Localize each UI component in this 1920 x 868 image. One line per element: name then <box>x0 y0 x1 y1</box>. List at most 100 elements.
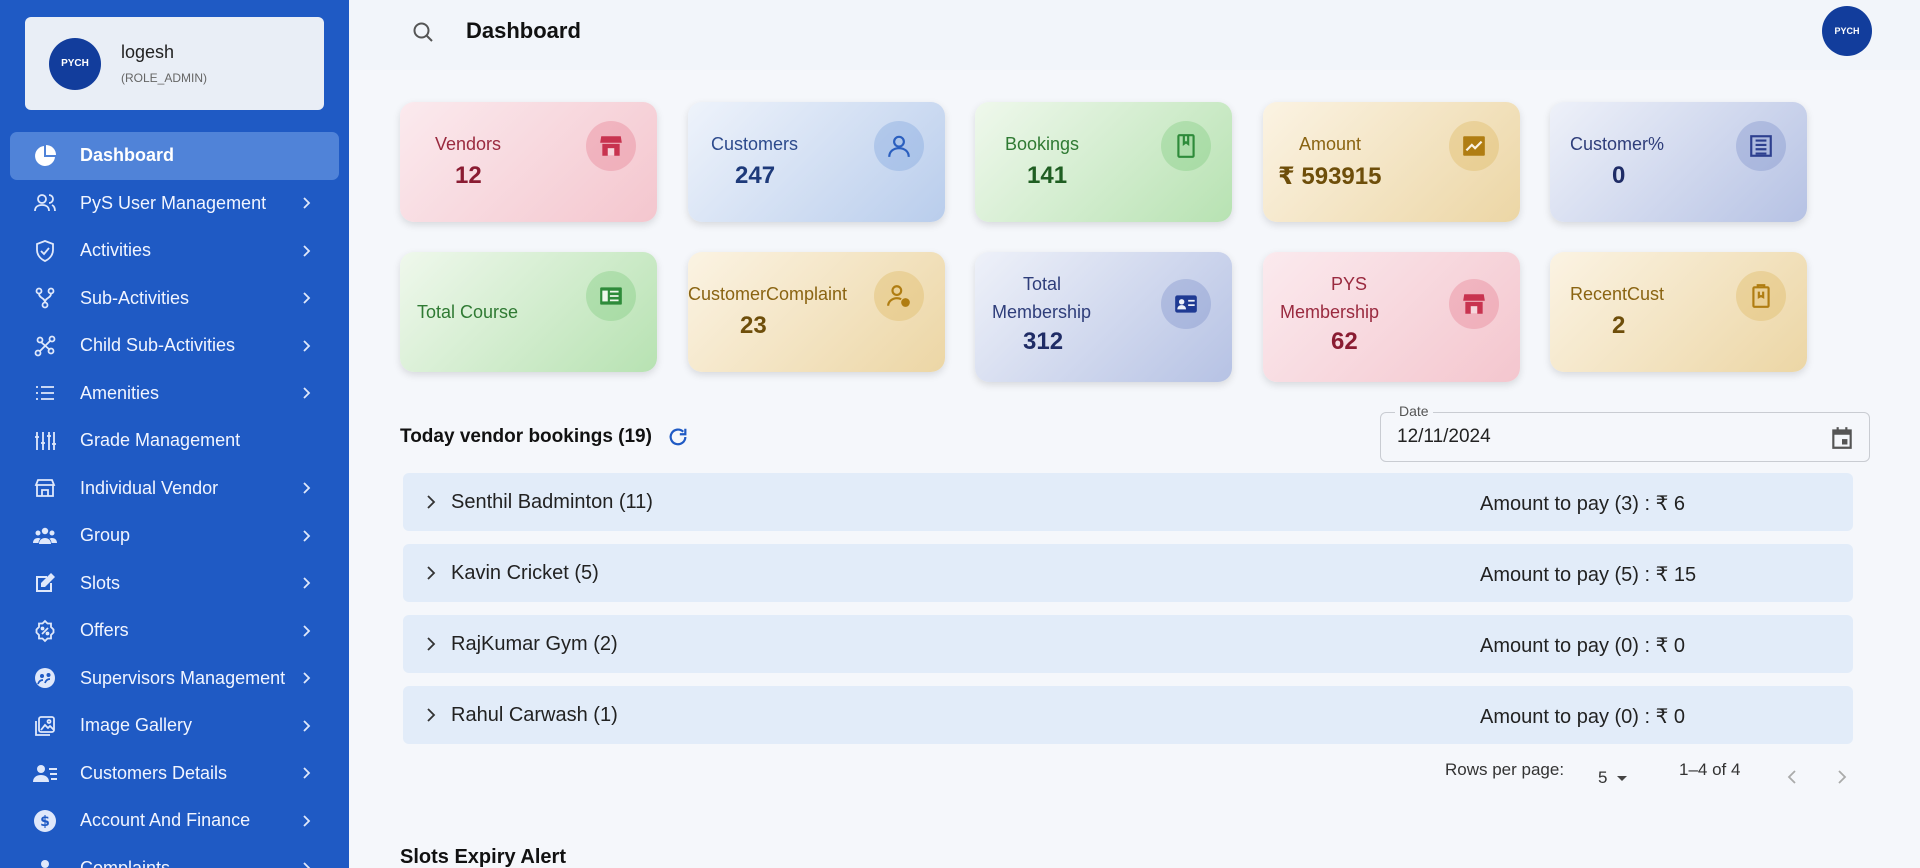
card-label: Vendors <box>435 134 502 154</box>
sidebar-item-user-management[interactable]: PyS User Management <box>10 180 339 228</box>
search-icon[interactable] <box>411 20 435 49</box>
page-title: Dashboard <box>466 18 581 43</box>
card-label: Customer% <box>1570 134 1665 154</box>
card-label: PYS <box>1331 274 1368 294</box>
sidebar-nav: Dashboard PyS User Management Activities… <box>10 132 339 868</box>
sidebar-item-offers[interactable]: Offers <box>10 607 339 655</box>
section-title-slots-expiry: Slots Expiry Alert <box>400 846 566 868</box>
date-field-value[interactable]: 12/11/2024 <box>1397 426 1491 448</box>
chevron-right-icon[interactable] <box>423 494 439 510</box>
caret-down-icon <box>1617 776 1628 781</box>
top-bar: Dashboard PYCH <box>349 0 1920 70</box>
stat-card-vendors[interactable]: Vendors 12 <box>400 102 657 222</box>
pagination-range: 1–4 of 4 <box>1679 760 1741 779</box>
refresh-icon[interactable] <box>667 426 689 453</box>
chevron-right-icon[interactable] <box>1834 769 1850 790</box>
sidebar-item-group[interactable]: Group <box>10 512 339 560</box>
sidebar-item-customers-details[interactable]: Customers Details <box>10 750 339 798</box>
chevron-left-icon[interactable] <box>1784 769 1800 790</box>
card-label: CustomerComplaint <box>688 284 848 304</box>
chevron-right-icon <box>303 815 311 827</box>
sidebar-item-dashboard[interactable]: Dashboard <box>10 132 339 180</box>
rows-per-page-select[interactable]: 5 <box>1598 768 1629 788</box>
chevron-right-icon <box>303 862 311 868</box>
booking-vendor-name: Kavin Cricket (5) <box>451 562 599 584</box>
card-label: RecentCust <box>1570 284 1665 304</box>
sidebar-item-label: Individual Vendor <box>80 477 219 498</box>
chevron-right-icon <box>303 577 311 589</box>
sidebar-item-label: Complaints <box>80 857 171 868</box>
card-label-line2: Membership <box>1280 302 1380 322</box>
complaint-icon <box>32 856 58 868</box>
stat-card-amount[interactable]: Amount ₹ 593915 <box>1263 102 1520 222</box>
list-icon <box>32 381 58 405</box>
card-value: 0 <box>1612 162 1626 189</box>
sidebar-item-label: Group <box>80 525 131 546</box>
card-label: Total <box>1023 274 1062 294</box>
stat-card-customers[interactable]: Customers 247 <box>688 102 945 222</box>
stat-card-recent-cust[interactable]: RecentCust 2 <box>1550 252 1807 372</box>
profile-card[interactable]: PYCH logesh (ROLE_ADMIN) <box>25 17 324 110</box>
sidebar-item-label: Child Sub-Activities <box>80 335 236 356</box>
sidebar-item-complaints[interactable]: Complaints <box>10 845 339 868</box>
stat-card-total-course[interactable]: Total Course <box>400 252 657 372</box>
card-value: 12 <box>455 162 482 189</box>
sidebar-item-individual-vendor[interactable]: Individual Vendor <box>10 465 339 513</box>
chevron-right-icon[interactable] <box>423 707 439 723</box>
sidebar-item-slots[interactable]: Slots <box>10 560 339 608</box>
chevron-right-icon <box>303 672 311 684</box>
chevron-right-icon[interactable] <box>423 636 439 652</box>
store-icon <box>586 121 636 171</box>
card-label-line2: Membership <box>992 302 1092 322</box>
stat-card-bookings[interactable]: Bookings 141 <box>975 102 1232 222</box>
card-label: Amount <box>1299 134 1362 154</box>
rows-per-page-value: 5 <box>1598 768 1608 787</box>
sidebar-item-label: PyS User Management <box>80 192 267 213</box>
card-value: 312 <box>1023 328 1064 355</box>
chevron-right-icon <box>303 340 311 352</box>
customer-icon <box>32 761 58 785</box>
gallery-icon <box>32 714 58 738</box>
chevron-right-icon <box>303 625 311 637</box>
sidebar-item-label: Account And Finance <box>80 810 251 831</box>
sidebar-item-account-finance[interactable]: $ Account And Finance <box>10 797 339 845</box>
chevron-right-icon[interactable] <box>423 565 439 581</box>
pie-chart-icon <box>32 144 58 168</box>
sidebar-item-sub-activities[interactable]: Sub-Activities <box>10 275 339 323</box>
card-value: 2 <box>1612 312 1626 339</box>
sidebar-item-child-sub-activities[interactable]: Child Sub-Activities <box>10 322 339 370</box>
sidebar-item-activities[interactable]: Activities <box>10 227 339 275</box>
stat-card-pys-membership[interactable]: PYS Membership 62 <box>1263 252 1520 382</box>
date-field-label: Date <box>1395 403 1433 419</box>
date-field[interactable]: Date 12/11/2024 <box>1380 403 1870 462</box>
stat-card-total-membership[interactable]: Total Membership 312 <box>975 252 1232 382</box>
booking-amount: Amount to pay (5) : ₹ 15 <box>1480 564 1697 586</box>
calendar-icon[interactable] <box>1829 425 1855 456</box>
edit-icon <box>32 571 58 595</box>
group-icon <box>32 524 58 548</box>
profile-name: logesh <box>121 42 175 62</box>
sidebar-item-label: Grade Management <box>80 430 241 451</box>
profile-role: (ROLE_ADMIN) <box>121 71 208 85</box>
sidebar-item-grade-management[interactable]: Grade Management <box>10 417 339 465</box>
sidebar-item-amenities[interactable]: Amenities <box>10 370 339 418</box>
avatar[interactable]: PYCH <box>1822 6 1872 56</box>
booking-amount: Amount to pay (0) : ₹ 0 <box>1480 635 1686 657</box>
sidebar-item-supervisors-management[interactable]: Supervisors Management <box>10 655 339 703</box>
stat-card-customer-complaint[interactable]: CustomerComplaint 23 <box>688 252 945 372</box>
sidebar-item-image-gallery[interactable]: Image Gallery <box>10 702 339 750</box>
booking-row[interactable]: RajKumar Gym (2) Amount to pay (0) : ₹ 0 <box>403 615 1853 673</box>
booking-row[interactable]: Kavin Cricket (5) Amount to pay (5) : ₹ … <box>403 544 1853 602</box>
course-icon <box>586 271 636 321</box>
section-title-bookings: Today vendor bookings (19) <box>400 426 652 447</box>
store-icon <box>32 476 58 500</box>
dollar-icon: $ <box>32 809 58 833</box>
stat-card-customer-percent[interactable]: Customer% 0 <box>1550 102 1807 222</box>
complaint-person-icon <box>874 271 924 321</box>
booking-vendor-name: Rahul Carwash (1) <box>451 704 618 726</box>
card-label: Bookings <box>1005 134 1080 154</box>
shield-icon <box>32 239 58 263</box>
booking-row[interactable]: Senthil Badminton (11) Amount to pay (3)… <box>403 473 1853 531</box>
booking-row[interactable]: Rahul Carwash (1) Amount to pay (0) : ₹ … <box>403 686 1853 744</box>
membership-icon <box>1161 279 1211 329</box>
